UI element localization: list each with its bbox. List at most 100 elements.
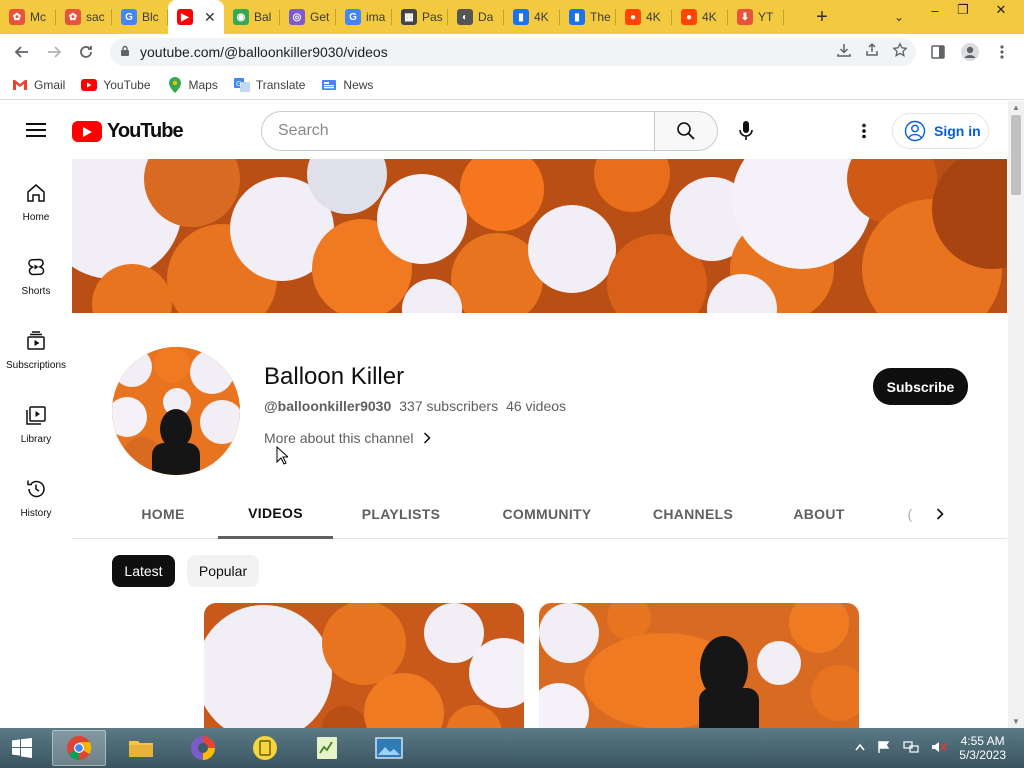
taskbar-editor-app[interactable] — [300, 730, 354, 766]
volume-muted-icon[interactable] — [931, 740, 947, 757]
guide-item-shorts[interactable]: Shorts — [0, 251, 72, 325]
new-tab-button[interactable]: + — [810, 5, 834, 29]
bookmark-maps[interactable]: Maps — [167, 76, 218, 93]
bookmark-news[interactable]: News — [321, 78, 373, 92]
install-icon[interactable] — [836, 42, 852, 61]
browser-tab[interactable]: ● 4K — [672, 0, 728, 34]
tab-favicon-icon: ◉ — [233, 9, 249, 25]
notes-app-icon — [253, 736, 277, 760]
bookmark-youtube[interactable]: YouTube — [81, 78, 151, 92]
tab-home[interactable]: HOME — [132, 489, 194, 539]
scroll-up-arrow-icon[interactable]: ▲ — [1012, 103, 1020, 112]
browser-tab[interactable]: ▶ ✕ — [168, 0, 224, 34]
tab-close-icon[interactable]: ✕ — [204, 9, 216, 26]
tab-favicon-icon: ▮ — [569, 9, 585, 25]
taskbar-browser-alt[interactable] — [176, 730, 230, 766]
network-icon[interactable] — [903, 740, 919, 757]
guide-item-library[interactable]: Library — [0, 399, 72, 473]
tray-overflow-icon[interactable] — [855, 742, 865, 754]
settings-menu-icon[interactable] — [852, 119, 876, 143]
browser-tab[interactable]: Gima — [336, 0, 392, 34]
taskbar-chrome[interactable] — [52, 730, 106, 766]
taskbar-file-explorer[interactable] — [114, 730, 168, 766]
page-scrollbar[interactable]: ▲ ▼ — [1008, 101, 1024, 728]
browser-tab[interactable]: ▮ 4K — [504, 0, 560, 34]
mouse-cursor-icon — [276, 445, 290, 470]
browser-tab[interactable]: ● 4K — [616, 0, 672, 34]
tab-title: ima — [366, 10, 386, 24]
profile-icon[interactable] — [954, 36, 986, 68]
share-icon[interactable] — [864, 42, 880, 61]
tab-favicon-icon: ◎ — [289, 9, 305, 25]
more-about-channel-link[interactable]: More about this channel — [264, 430, 431, 446]
browser-toolbar: youtube.com/@balloonkiller9030/videos — [0, 34, 1024, 70]
editor-app-icon — [317, 737, 337, 759]
guide-item-subscriptions[interactable]: Subscriptions — [0, 325, 72, 399]
browser-tab[interactable]: ▦ Pas — [392, 0, 448, 34]
tab-playlists[interactable]: PLAYLISTS — [356, 489, 446, 539]
chrome-menu-icon[interactable] — [986, 36, 1018, 68]
guide-menu-icon[interactable] — [26, 123, 46, 137]
chip-latest[interactable]: Latest — [112, 555, 175, 587]
action-center-flag-icon[interactable] — [877, 740, 891, 757]
browser-tab[interactable]: G Blc — [112, 0, 168, 34]
browser-tab[interactable]: ✿ Mc — [0, 0, 56, 34]
taskbar-notes-app[interactable] — [238, 730, 292, 766]
tab-about[interactable]: ABOUT — [788, 489, 850, 539]
window-close-button[interactable]: ✕ — [978, 0, 1024, 20]
address-bar[interactable]: youtube.com/@balloonkiller9030/videos — [110, 38, 916, 66]
search-button[interactable] — [654, 111, 718, 151]
url-text: youtube.com/@balloonkiller9030/videos — [140, 44, 388, 60]
browser-tab[interactable]: ◐ Da — [448, 0, 504, 34]
start-button[interactable] — [0, 728, 44, 768]
tab-search-partial[interactable]: ( — [902, 489, 918, 539]
taskbar-clock[interactable]: 4:55 AM 5/3/2023 — [959, 734, 1006, 762]
search-input[interactable]: Search — [261, 111, 655, 151]
browser-tab[interactable]: ⬇ YT — [728, 0, 784, 34]
library-icon — [26, 406, 46, 425]
sign-in-button[interactable]: Sign in — [892, 113, 989, 149]
guide-sidebar: Home Shorts Subscriptions Library Histor… — [0, 177, 72, 547]
bookmark-star-icon[interactable] — [892, 42, 908, 61]
browser-tab[interactable]: ◎ Get — [280, 0, 336, 34]
forward-button[interactable] — [38, 36, 70, 68]
voice-search-button[interactable] — [727, 112, 765, 150]
minimize-button[interactable]: – — [920, 0, 950, 20]
tab-videos[interactable]: VIDEOS — [218, 489, 333, 539]
guide-item-home[interactable]: Home — [0, 177, 72, 251]
tab-channels[interactable]: CHANNELS — [648, 489, 738, 539]
channel-avatar[interactable] — [112, 347, 240, 475]
browser-tab[interactable]: ◉ Bal — [224, 0, 280, 34]
tab-community[interactable]: COMMUNITY — [496, 489, 598, 539]
chevron-right-icon — [936, 508, 944, 520]
tab-search-button[interactable]: ⌄ — [888, 6, 910, 28]
taskbar-photos-app[interactable] — [362, 730, 416, 766]
video-thumbnail[interactable] — [204, 603, 524, 728]
restore-button[interactable]: ❐ — [948, 0, 978, 20]
photos-app-icon — [375, 737, 403, 759]
scroll-down-arrow-icon[interactable]: ▼ — [1012, 717, 1020, 726]
subscribe-button[interactable]: Subscribe — [873, 368, 968, 405]
back-button[interactable] — [6, 36, 38, 68]
guide-item-history[interactable]: History — [0, 473, 72, 547]
tab-title: sac — [86, 10, 105, 24]
bookmark-translate[interactable]: G Translate — [233, 77, 305, 92]
browser-tab[interactable]: ▮ The — [560, 0, 616, 34]
scrollbar-thumb[interactable] — [1011, 115, 1021, 195]
youtube-logo[interactable]: YouTube — [72, 120, 184, 143]
tab-title: 4K — [534, 10, 549, 24]
chrome-icon — [67, 736, 92, 760]
youtube-play-icon — [72, 121, 102, 142]
account-circle-icon — [904, 120, 926, 142]
tab-title: Bal — [254, 10, 272, 24]
video-thumbnail[interactable] — [539, 603, 859, 728]
browser-tab[interactable]: ✿ sac — [56, 0, 112, 34]
channel-name: Balloon Killer — [264, 363, 405, 390]
side-panel-icon[interactable] — [922, 36, 954, 68]
bookmark-gmail[interactable]: Gmail — [12, 78, 65, 92]
tabs-next-button[interactable] — [928, 502, 952, 526]
history-icon — [27, 480, 45, 498]
chip-popular[interactable]: Popular — [187, 555, 259, 587]
reload-button[interactable] — [70, 36, 102, 68]
windows-logo-icon — [12, 738, 32, 758]
